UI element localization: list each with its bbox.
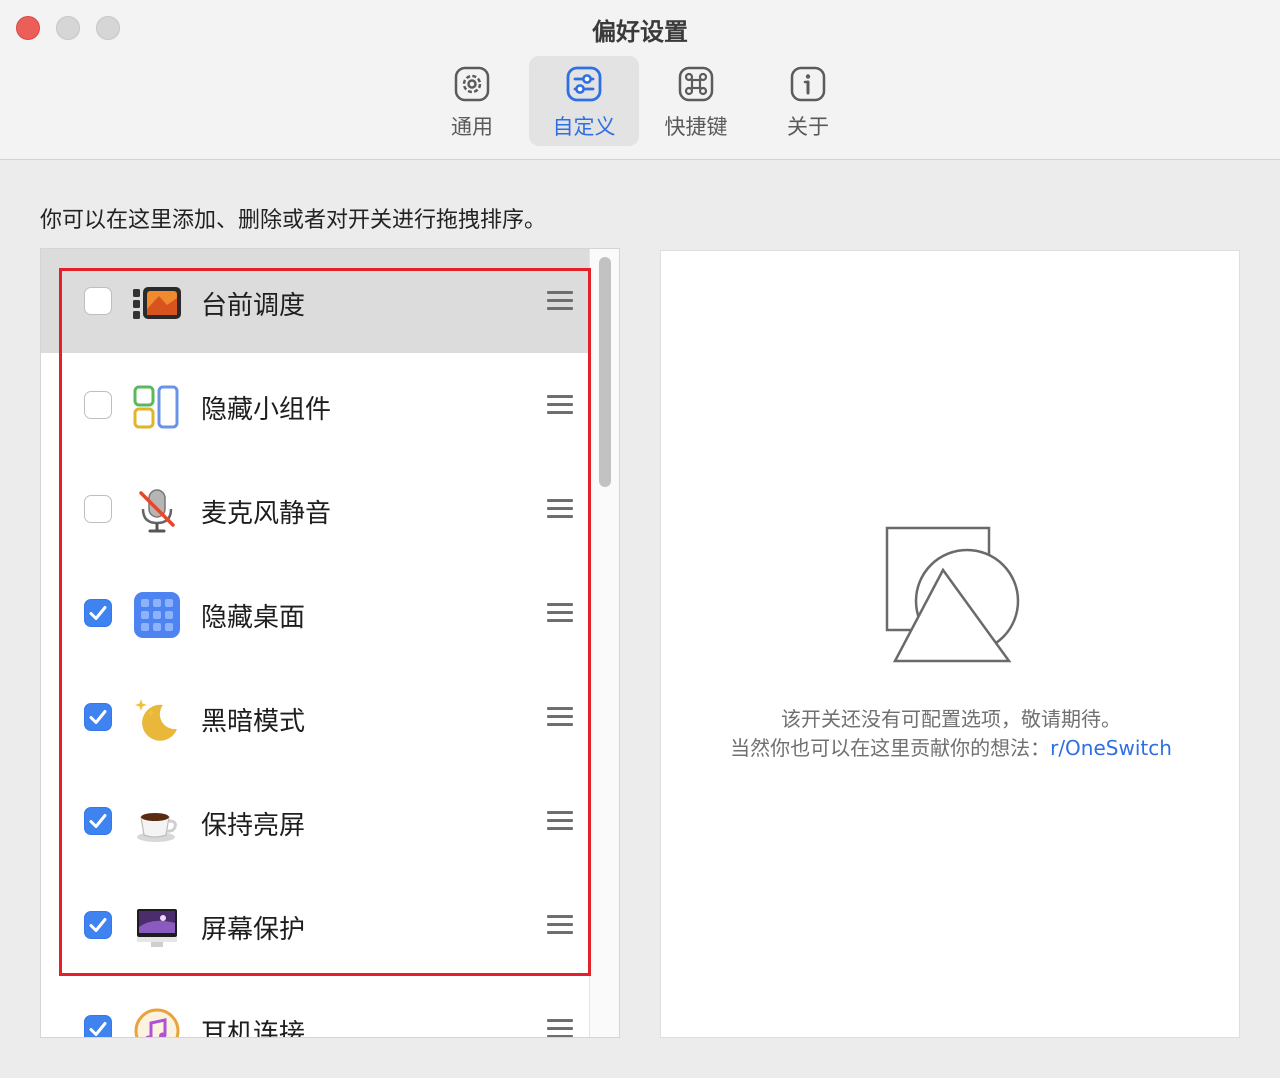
title-bar: 偏好设置 通用 自定义 快捷键 关于 bbox=[0, 0, 1280, 160]
gear-icon bbox=[454, 66, 490, 102]
tab-about[interactable]: 关于 bbox=[753, 56, 863, 146]
contribute-message: 当然你也可以在这里贡献你的想法：r/OneSwitch bbox=[661, 732, 1241, 761]
command-icon bbox=[678, 66, 714, 102]
headphones-icon bbox=[134, 1008, 180, 1037]
instruction-text: 你可以在这里添加、删除或者对开关进行拖拽排序。 bbox=[40, 208, 547, 233]
oneswitch-community-link[interactable]: r/OneSwitch bbox=[1050, 736, 1172, 760]
switch-label: 耳机连接 bbox=[201, 1019, 306, 1038]
tab-customize[interactable]: 自定义 bbox=[529, 56, 639, 146]
switch-checkbox[interactable] bbox=[84, 1015, 112, 1037]
tab-general[interactable]: 通用 bbox=[417, 56, 527, 146]
tab-shortcuts[interactable]: 快捷键 bbox=[641, 56, 751, 146]
contribute-text: 当然你也可以在这里贡献你的想法： bbox=[730, 736, 1051, 760]
tab-shortcuts-label: 快捷键 bbox=[664, 115, 728, 139]
checkmark-icon bbox=[89, 1022, 107, 1036]
window-title: 偏好设置 bbox=[592, 18, 688, 46]
shapes-placeholder-icon bbox=[885, 526, 1020, 663]
no-options-message: 该开关还没有可配置选项，敬请期待。 bbox=[781, 707, 1121, 731]
sliders-icon bbox=[566, 66, 602, 102]
scrollbar-thumb[interactable] bbox=[599, 257, 611, 487]
switch-row-headphones[interactable]: 耳机连接 bbox=[41, 977, 589, 1038]
scrollbar[interactable] bbox=[589, 249, 619, 1037]
tab-about-label: 关于 bbox=[787, 115, 829, 139]
info-icon bbox=[790, 66, 826, 102]
tab-general-label: 通用 bbox=[451, 115, 493, 139]
tab-customize-label: 自定义 bbox=[552, 115, 616, 139]
drag-handle-icon[interactable] bbox=[547, 1019, 573, 1037]
switch-detail-panel: 该开关还没有可配置选项，敬请期待。 当然你也可以在这里贡献你的想法：r/OneS… bbox=[660, 250, 1240, 1038]
highlight-annotation-box bbox=[59, 268, 591, 976]
